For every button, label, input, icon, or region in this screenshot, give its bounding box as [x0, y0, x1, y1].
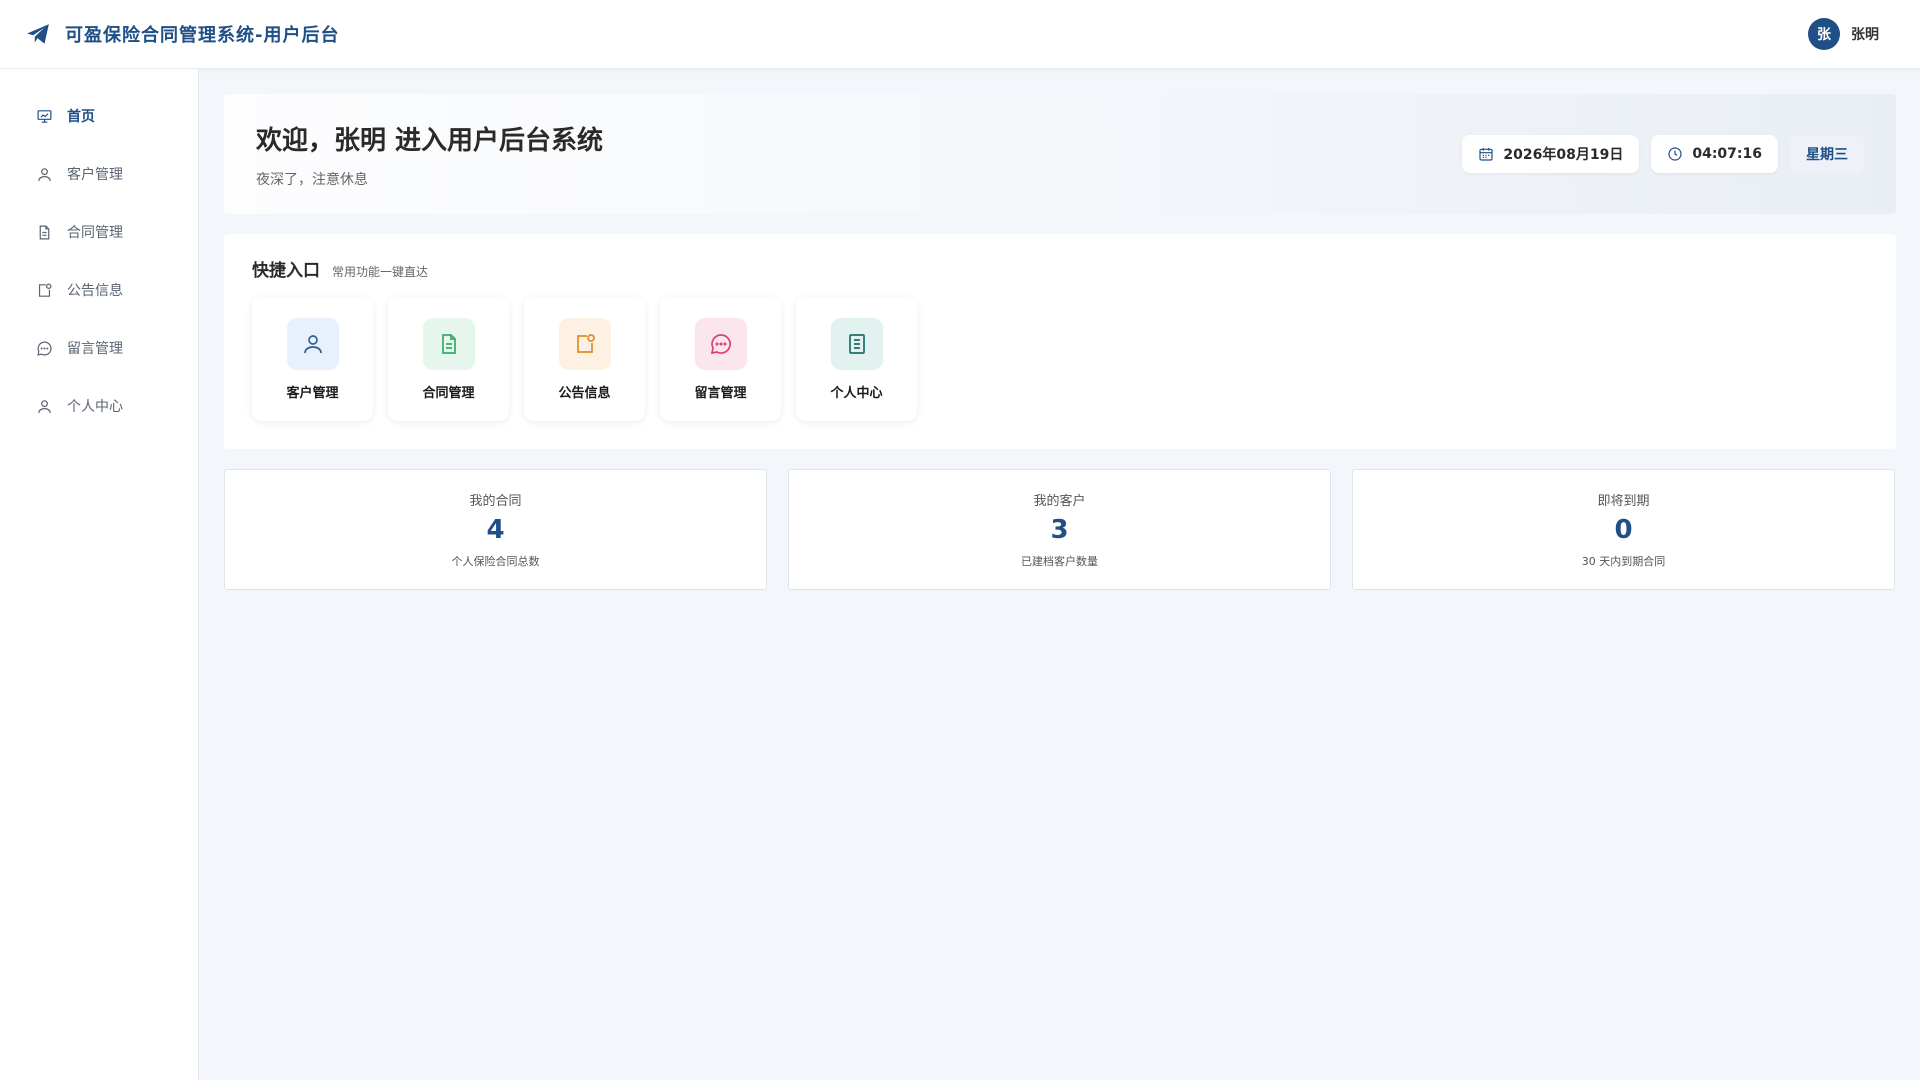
quick-access-title: 快捷入口	[252, 261, 320, 281]
user-icon	[38, 399, 51, 413]
stat-desc: 已建档客户数量	[1021, 555, 1098, 568]
sidebar-item-notices[interactable]: 公告信息	[0, 261, 198, 319]
stat-card-customers: 我的客户 3 已建档客户数量	[788, 469, 1331, 590]
avatar[interactable]: 张	[1808, 18, 1840, 50]
sidebar-item-profile[interactable]: 个人中心	[0, 377, 198, 435]
profile-doc-icon	[848, 333, 865, 354]
sidebar-item-label: 个人中心	[67, 399, 123, 415]
quick-card-label: 个人中心	[830, 385, 883, 401]
quick-access-header: 快捷入口 常用功能一键直达	[252, 256, 1868, 281]
quick-card-customers[interactable]: 客户管理	[252, 297, 373, 421]
weekday-badge: 星期三	[1790, 135, 1864, 173]
welcome-subtitle: 夜深了，注意休息	[256, 171, 368, 188]
date-badge: 2026年08月19日	[1462, 135, 1640, 173]
quick-access-panel: 快捷入口 常用功能一键直达 客户管理 合同管理 公告信息 留言管理 个人中心	[224, 234, 1896, 449]
datetime-group: 2026年08月19日 04:07:16 星期三	[1462, 135, 1864, 173]
stats-row: 我的合同 4 个人保险合同总数 我的客户 3 已建档客户数量 即将到期 0 30…	[224, 469, 1896, 590]
welcome-banner: 欢迎，张明 进入用户后台系统 夜深了，注意休息 2026年08月19日 04:0…	[224, 94, 1896, 214]
user-icon	[38, 167, 51, 181]
quick-card-label: 留言管理	[694, 385, 747, 401]
quick-access-subtitle: 常用功能一键直达	[332, 265, 429, 279]
quick-icon-wrap	[422, 317, 475, 370]
stat-card-expiring: 即将到期 0 30 天内到期合同	[1352, 469, 1895, 590]
stat-card-contracts: 我的合同 4 个人保险合同总数	[224, 469, 767, 590]
paper-plane-icon	[27, 24, 49, 44]
time-badge: 04:07:16	[1651, 135, 1778, 173]
quick-card-contracts[interactable]: 合同管理	[388, 297, 509, 421]
notice-icon	[38, 283, 52, 297]
stat-value: 0	[1614, 515, 1633, 545]
quick-access-grid: 客户管理 合同管理 公告信息 留言管理 个人中心	[252, 297, 1868, 421]
document-icon	[441, 333, 456, 354]
brand[interactable]: 可盈保险合同管理系统-用户后台	[25, 21, 339, 47]
stat-title: 我的客户	[1033, 494, 1086, 509]
date-text: 2026年08月19日	[1503, 147, 1624, 163]
user-icon	[303, 334, 322, 353]
stat-title: 即将到期	[1597, 494, 1650, 509]
user-menu[interactable]: 张 张明	[1808, 18, 1879, 50]
sidebar-item-label: 首页	[67, 109, 95, 125]
stat-desc: 个人保险合同总数	[451, 555, 540, 568]
stat-desc: 30 天内到期合同	[1581, 555, 1666, 568]
weekday-text: 星期三	[1806, 147, 1848, 163]
sidebar-item-label: 留言管理	[67, 341, 123, 357]
sidebar-item-label: 合同管理	[67, 225, 123, 241]
quick-card-label: 客户管理	[286, 385, 339, 401]
sidebar-item-customers[interactable]: 客户管理	[0, 145, 198, 203]
stat-value: 4	[486, 515, 505, 545]
app-title: 可盈保险合同管理系统-用户后台	[65, 25, 340, 46]
sidebar-item-home[interactable]: 首页	[0, 87, 198, 145]
quick-icon-wrap	[830, 317, 883, 370]
notice-icon	[576, 333, 595, 353]
sidebar-item-contracts[interactable]: 合同管理	[0, 203, 198, 261]
welcome-text: 欢迎，张明 进入用户后台系统 夜深了，注意休息	[256, 120, 603, 189]
quick-icon-wrap	[694, 317, 747, 370]
sidebar-item-label: 公告信息	[67, 283, 123, 299]
quick-card-messages[interactable]: 留言管理	[660, 297, 781, 421]
quick-icon-wrap	[286, 317, 339, 370]
calendar-icon	[1479, 148, 1494, 161]
stat-value: 3	[1050, 515, 1069, 545]
document-icon	[39, 225, 50, 239]
main-content: 欢迎，张明 进入用户后台系统 夜深了，注意休息 2026年08月19日 04:0…	[224, 94, 1896, 590]
sidebar-item-messages[interactable]: 留言管理	[0, 319, 198, 377]
quick-card-profile[interactable]: 个人中心	[796, 297, 917, 421]
sidebar-item-label: 客户管理	[67, 167, 123, 183]
top-header: 可盈保险合同管理系统-用户后台 张 张明	[0, 0, 1920, 69]
welcome-title: 欢迎，张明 进入用户后台系统	[256, 125, 604, 156]
sidebar: 首页 客户管理 合同管理 公告信息 留言管理 个人中心	[0, 69, 199, 1080]
stat-title: 我的合同	[469, 494, 522, 509]
message-icon	[37, 341, 52, 356]
quick-card-notices[interactable]: 公告信息	[524, 297, 645, 421]
quick-card-label: 公告信息	[558, 385, 611, 401]
time-text: 04:07:16	[1692, 146, 1762, 162]
quick-icon-wrap	[558, 317, 611, 370]
clock-icon	[1668, 147, 1682, 161]
quick-card-label: 合同管理	[422, 385, 475, 401]
dashboard-icon	[37, 109, 52, 123]
message-icon	[710, 333, 731, 354]
user-name[interactable]: 张明	[1851, 24, 1879, 44]
